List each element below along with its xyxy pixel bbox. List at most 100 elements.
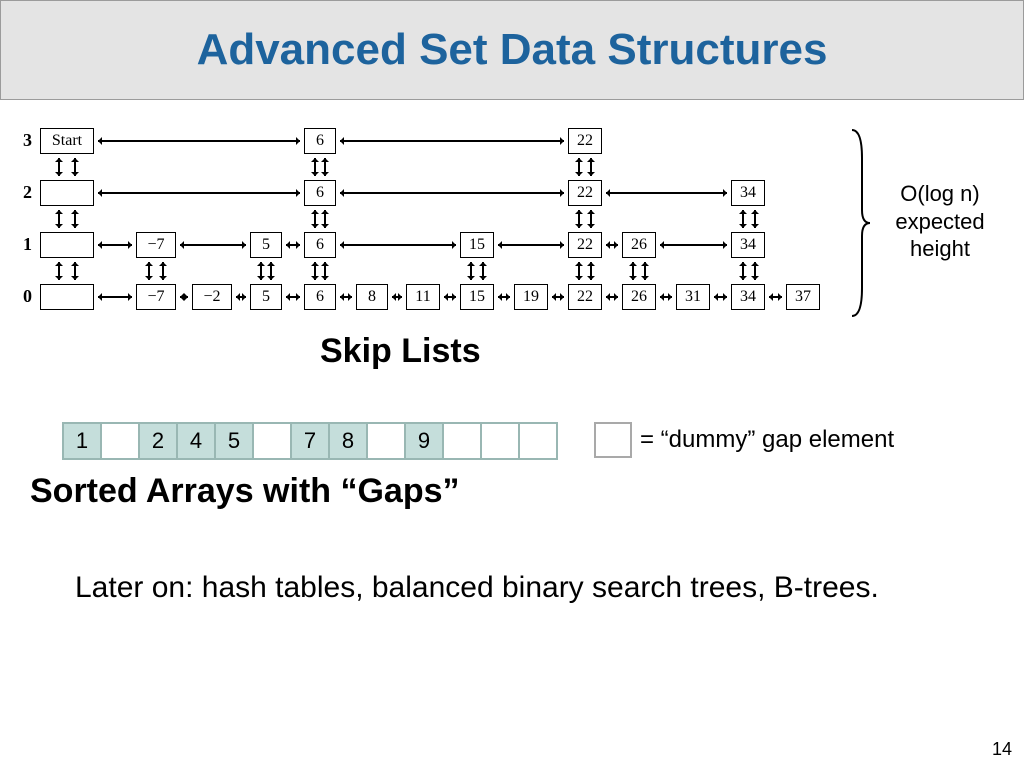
varrow	[754, 210, 756, 228]
level-label-0: 0	[18, 286, 32, 307]
skip-node-start-3: Start	[40, 128, 94, 154]
varrow	[644, 262, 646, 280]
array-cell	[480, 422, 520, 460]
skip-node-6-3: 6	[304, 128, 336, 154]
array-cell	[518, 422, 558, 460]
varrow	[314, 262, 316, 280]
level-label-1: 1	[18, 234, 32, 255]
skip-node-19-0: 19	[514, 284, 548, 310]
skip-node-6-2: 6	[304, 180, 336, 206]
varrow	[324, 158, 326, 176]
skip-node-start-1	[40, 232, 94, 258]
skip-node-n2-0: −2	[192, 284, 232, 310]
array-cell: 1	[62, 422, 102, 460]
array-cell: 8	[328, 422, 368, 460]
skip-node-26-0: 26	[622, 284, 656, 310]
varrow	[74, 158, 76, 176]
harrow	[340, 296, 352, 298]
harrow	[98, 244, 132, 246]
varrow	[58, 158, 60, 176]
subtitle-skip-lists: Skip Lists	[320, 332, 481, 371]
skip-node-5-1: 5	[250, 232, 282, 258]
varrow	[314, 158, 316, 176]
harrow	[444, 296, 456, 298]
skip-node-15-1: 15	[460, 232, 494, 258]
varrow	[470, 262, 472, 280]
skip-node-5-0: 5	[250, 284, 282, 310]
title-bar: Advanced Set Data Structures	[0, 0, 1024, 100]
legend-text: = “dummy” gap element	[640, 426, 894, 454]
level-label-3: 3	[18, 130, 32, 151]
array-cell	[100, 422, 140, 460]
skip-node-34-0: 34	[731, 284, 765, 310]
harrow	[180, 244, 246, 246]
skip-node-22-2: 22	[568, 180, 602, 206]
harrow	[660, 296, 672, 298]
array-cell: 4	[176, 422, 216, 460]
skip-node-34-1: 34	[731, 232, 765, 258]
harrow	[98, 296, 132, 298]
harrow	[552, 296, 564, 298]
skip-node-22-3: 22	[568, 128, 602, 154]
harrow	[392, 296, 402, 298]
skip-node-22-1: 22	[568, 232, 602, 258]
varrow	[578, 158, 580, 176]
harrow	[98, 140, 300, 142]
array-cell: 5	[214, 422, 254, 460]
level-label-2: 2	[18, 182, 32, 203]
skip-node-22-0: 22	[568, 284, 602, 310]
harrow	[606, 244, 618, 246]
harrow	[340, 192, 564, 194]
legend-swatch	[594, 422, 632, 458]
varrow	[742, 262, 744, 280]
page-title: Advanced Set Data Structures	[197, 25, 828, 75]
harrow	[498, 244, 564, 246]
brace-icon	[848, 128, 872, 318]
varrow	[260, 262, 262, 280]
skip-node-n7-1: −7	[136, 232, 176, 258]
skip-node-34-2: 34	[731, 180, 765, 206]
brace-annotation: O(log n) expected height	[880, 180, 1000, 263]
varrow	[632, 262, 634, 280]
harrow	[236, 296, 246, 298]
harrow	[714, 296, 727, 298]
gapped-array: 1 2 4 5 7 8 9	[62, 422, 558, 460]
varrow	[742, 210, 744, 228]
varrow	[590, 262, 592, 280]
harrow	[660, 244, 727, 246]
harrow	[340, 244, 456, 246]
skip-node-26-1: 26	[622, 232, 656, 258]
array-cell: 9	[404, 422, 444, 460]
harrow	[606, 192, 727, 194]
varrow	[314, 210, 316, 228]
array-cell	[252, 422, 292, 460]
varrow	[324, 210, 326, 228]
skip-node-8-0: 8	[356, 284, 388, 310]
varrow	[148, 262, 150, 280]
varrow	[578, 210, 580, 228]
subtitle-sorted-gaps: Sorted Arrays with “Gaps”	[30, 472, 460, 511]
harrow	[340, 140, 564, 142]
page-number: 14	[992, 739, 1012, 760]
varrow	[74, 210, 76, 228]
skip-node-31-0: 31	[676, 284, 710, 310]
later-on-text: Later on: hash tables, balanced binary s…	[75, 568, 895, 607]
varrow	[590, 210, 592, 228]
skip-node-start-0	[40, 284, 94, 310]
varrow	[590, 158, 592, 176]
harrow	[286, 296, 300, 298]
array-cell	[442, 422, 482, 460]
skip-node-37-0: 37	[786, 284, 820, 310]
array-cell: 2	[138, 422, 178, 460]
skip-node-11-0: 11	[406, 284, 440, 310]
varrow	[162, 262, 164, 280]
varrow	[74, 262, 76, 280]
harrow	[606, 296, 618, 298]
harrow	[769, 296, 782, 298]
varrow	[270, 262, 272, 280]
varrow	[578, 262, 580, 280]
skip-node-6-1: 6	[304, 232, 336, 258]
skip-node-start-2	[40, 180, 94, 206]
varrow	[58, 262, 60, 280]
varrow	[58, 210, 60, 228]
